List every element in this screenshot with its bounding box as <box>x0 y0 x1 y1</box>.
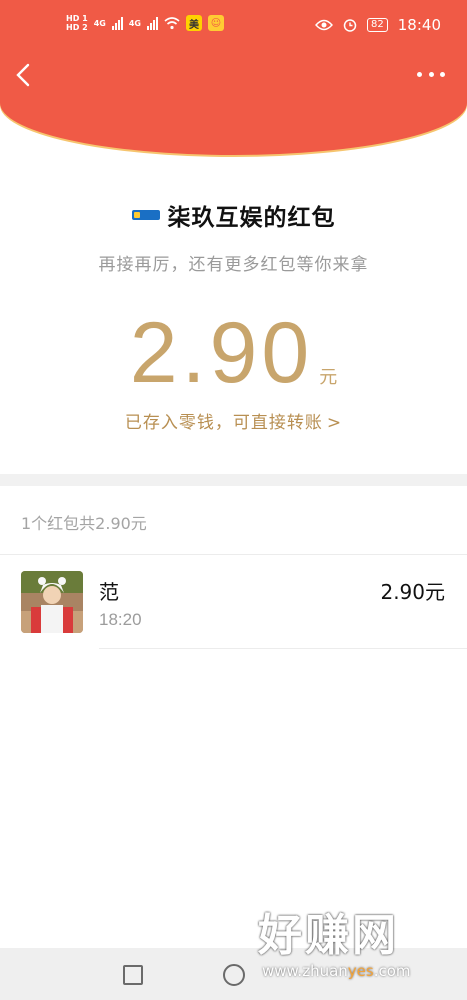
message-app-icon: ☺ <box>207 15 224 31</box>
watermark-url-prefix: www.zhuan <box>262 962 348 980</box>
network-type-2: 4G <box>128 18 141 28</box>
saved-link-text: 已存入零钱，可直接转账 <box>124 413 323 433</box>
packet-subtitle: 再接再厉，还有更多红包等你来拿 <box>98 255 369 275</box>
packet-summary: 1个红包共2.90元 <box>21 514 147 533</box>
back-button[interactable] <box>12 60 36 90</box>
receiver-amount: 2.90元 <box>380 580 445 604</box>
network-type-1: 4G <box>93 18 106 28</box>
status-left: HD 1 HD 2 4G 4G 美 ☺ <box>66 14 224 32</box>
brand-logo-icon <box>131 210 160 220</box>
status-bar: HD 1 HD 2 4G 4G 美 ☺ 82 18:40 <box>0 0 467 52</box>
avatar-photo <box>21 571 83 633</box>
section-divider <box>0 474 467 486</box>
chevron-right-icon: > <box>326 413 343 433</box>
dot <box>417 71 422 77</box>
dot <box>440 71 445 77</box>
watermark-url-suffix: .com <box>373 962 411 980</box>
divider <box>99 648 467 649</box>
packet-title: 柒玖互娱的红包 <box>167 205 336 231</box>
home-button[interactable] <box>223 964 245 986</box>
saved-to-change-link[interactable]: 已存入零钱，可直接转账 > <box>0 408 467 433</box>
receiver-name: 范 <box>99 580 119 604</box>
site-watermark: 好赚网 www.zhuanyes.com <box>258 910 463 992</box>
receiver-time: 18:20 <box>99 610 142 629</box>
sim1-badge: HD 1 <box>66 14 88 23</box>
watermark-title: 好赚网 <box>258 910 399 961</box>
dot <box>428 71 434 77</box>
sim2-badge: HD 2 <box>66 23 88 32</box>
alarm-icon <box>343 19 357 32</box>
wifi-icon <box>164 16 180 29</box>
receiver-list-item[interactable]: 范 18:20 2.90元 <box>0 556 467 649</box>
packet-amount: 2.90 <box>129 305 314 401</box>
packet-title-row: 柒玖互娱的红包 <box>0 198 467 232</box>
sim-badges: HD 1 HD 2 <box>66 14 88 32</box>
avatar[interactable] <box>21 571 83 633</box>
signal-1-icon <box>111 16 123 30</box>
amount-row: 2.90 元 <box>0 303 467 403</box>
amount-unit: 元 <box>319 367 338 388</box>
more-button[interactable] <box>417 66 445 82</box>
status-right: 82 18:40 <box>315 16 441 34</box>
eye-icon <box>315 19 333 31</box>
watermark-url: www.zhuanyes.com <box>262 962 463 980</box>
recent-apps-button[interactable] <box>123 965 143 985</box>
clock: 18:40 <box>397 16 441 34</box>
battery-indicator: 82 <box>367 18 388 32</box>
watermark-url-highlight: yes <box>347 962 374 980</box>
signal-2-icon <box>146 16 158 30</box>
chevron-left-icon <box>16 63 30 87</box>
meituan-icon: 美 <box>185 15 202 31</box>
divider <box>0 554 467 555</box>
